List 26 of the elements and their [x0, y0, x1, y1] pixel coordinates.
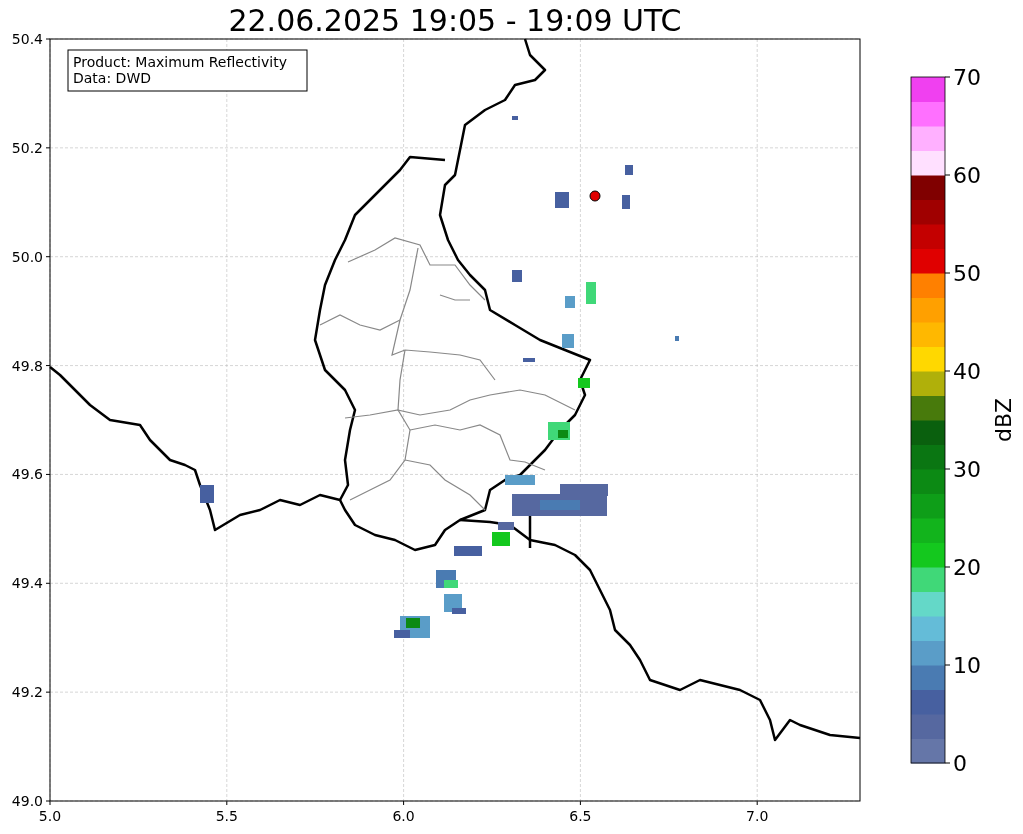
- y-tick-label: 49.6: [11, 466, 43, 483]
- colorbar-tick-label: 50: [953, 261, 981, 286]
- y-tick-label: 49.2: [11, 684, 43, 701]
- colorbar-tick-label: 60: [953, 163, 981, 188]
- y-tick-label: 49.8: [11, 357, 43, 374]
- colorbar-tick-label: 40: [953, 359, 981, 384]
- y-tick-label: 49.0: [11, 793, 43, 809]
- x-tick-label: 6.5: [569, 808, 592, 824]
- x-tick-label: 5.5: [215, 808, 238, 824]
- x-tick-label: 6.0: [392, 808, 415, 824]
- info-text: Product: Maximum Reflectivity: [73, 54, 287, 70]
- y-tick-label: 50.4: [11, 31, 43, 47]
- info-text: Data: DWD: [73, 70, 151, 86]
- x-tick-label: 7.0: [746, 808, 769, 824]
- colorbar-tick-label: 0: [953, 751, 967, 776]
- location-marker-icon: [589, 190, 601, 202]
- colorbar-tick-label: 20: [953, 555, 981, 580]
- colorbar-tick-label: 10: [953, 653, 981, 678]
- y-tick-label: 49.4: [11, 575, 43, 592]
- colorbar-tick-label: 30: [953, 457, 981, 482]
- y-tick-label: 50.0: [11, 248, 43, 265]
- colorbar-tick-label: 70: [953, 65, 981, 90]
- plot-title: 22.06.2025 19:05 - 19:09 UTC: [228, 3, 682, 38]
- x-tick-label: 5.0: [38, 808, 62, 824]
- colorbar-label: dBZ: [991, 397, 1016, 443]
- y-tick-label: 50.2: [11, 139, 43, 156]
